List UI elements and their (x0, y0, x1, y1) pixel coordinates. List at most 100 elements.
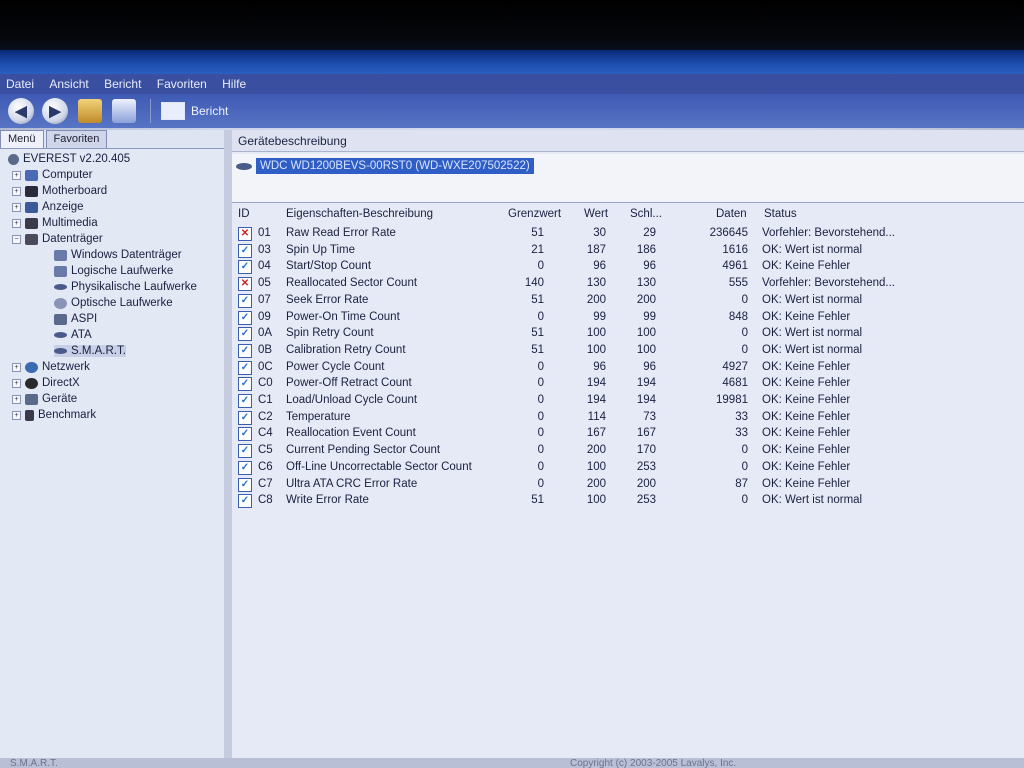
disk-icon (54, 332, 67, 338)
tree-item-logische-laufwerke[interactable]: Logische Laufwerke (54, 265, 173, 277)
col-worst[interactable]: Schl... (630, 208, 662, 220)
panel-splitter[interactable] (224, 130, 232, 758)
folder-up-icon[interactable] (78, 99, 102, 123)
table-row[interactable]: ✓ C1 Load/Unload Cycle Count 0 194 194 19981 OK… (232, 393, 1024, 409)
check-icon[interactable]: ✓ (238, 243, 252, 258)
tab-favoriten[interactable]: Favoriten (45, 130, 108, 148)
check-icon[interactable]: ✓ (238, 394, 252, 408)
tab-menu[interactable]: Menü (0, 130, 44, 148)
expand-icon[interactable]: + (12, 362, 21, 372)
table-row[interactable]: ✓ C5 Current Pending Sector Count 0 200 170 0 O… (232, 443, 1024, 459)
table-row[interactable]: ✕ 01 Raw Read Error Rate 51 30 29 236645 Vorfeh… (232, 226, 1024, 242)
check-icon[interactable]: ✓ (238, 444, 252, 459)
drive-icon (54, 249, 67, 261)
device-item[interactable]: WDC WD1200BEVS-00RST0 (WD-WXE207502522) (236, 158, 534, 174)
cell-threshold: 140 (524, 277, 544, 290)
menu-hilfe[interactable]: Hilfe (216, 74, 252, 91)
table-row[interactable]: ✓ C2 Temperature 0 114 73 33 OK: Keine Fehler (232, 410, 1024, 426)
col-id[interactable]: ID (238, 208, 250, 220)
cell-data: 4961 (722, 260, 748, 273)
tree-item-anzeige[interactable]: + Anzeige (12, 201, 84, 213)
check-icon[interactable]: ✓ (238, 310, 252, 325)
check-icon[interactable]: ✓ (238, 427, 252, 442)
cell-threshold: 0 (537, 310, 544, 323)
cell-description: Calibration Retry Count (286, 343, 406, 356)
table-row[interactable]: ✓ 0A Spin Retry Count 51 100 100 0 OK: Wert ist… (232, 326, 1024, 342)
cell-description: Load/Unload Cycle Count (286, 394, 418, 406)
table-row[interactable]: ✓ 04 Start/Stop Count 0 96 96 4961 OK: Keine Fe… (232, 259, 1024, 275)
col-data[interactable]: Daten (716, 208, 747, 220)
expand-icon[interactable]: + (12, 202, 21, 212)
table-row[interactable]: ✕ 05 Reallocated Sector Count 140 130 130 555 V… (232, 276, 1024, 292)
expand-icon[interactable]: + (12, 394, 21, 404)
check-icon[interactable]: ✓ (238, 477, 252, 492)
menu-bericht[interactable]: Bericht (98, 74, 147, 91)
error-icon[interactable]: ✕ (238, 227, 252, 241)
tree-item-smart[interactable]: S.M.A.R.T. (54, 345, 126, 357)
tree-item-multimedia[interactable]: + Multimedia (12, 217, 98, 229)
tree-item-geraete[interactable]: + Geräte (12, 393, 77, 405)
report-button[interactable]: Bericht (161, 102, 228, 120)
table-row[interactable]: ✓ 0B Calibration Retry Count 51 100 100 0 OK: W… (232, 343, 1024, 359)
table-row[interactable]: ✓ 0C Power Cycle Count 0 96 96 4927 OK: Keine F… (232, 360, 1024, 376)
col-status[interactable]: Status (764, 208, 797, 220)
tree-item-directx[interactable]: + DirectX (12, 377, 80, 389)
check-icon[interactable]: ✓ (238, 327, 252, 342)
check-icon[interactable]: ✓ (238, 460, 252, 475)
expand-icon[interactable]: + (12, 218, 21, 228)
check-icon[interactable]: ✓ (238, 377, 252, 392)
tree-item-computer[interactable]: + Computer (12, 169, 93, 181)
expand-icon[interactable]: + (12, 186, 21, 196)
menu-ansicht[interactable]: Ansicht (43, 74, 94, 91)
cell-worst: 170 (636, 444, 656, 457)
cell-worst: 200 (636, 293, 656, 306)
tree-item-netzwerk[interactable]: + Netzwerk (12, 361, 90, 373)
tree-label: Optische Laufwerke (71, 297, 173, 309)
hourglass-icon (25, 409, 34, 421)
tree-label: Windows Datenträger (71, 249, 182, 261)
tree-item-motherboard[interactable]: + Motherboard (12, 185, 107, 197)
check-icon[interactable]: ✓ (238, 260, 252, 275)
check-icon[interactable]: ✓ (238, 343, 252, 358)
tree-item-physikalische-laufwerke[interactable]: Physikalische Laufwerke (54, 281, 197, 293)
tree-item-optische-laufwerke[interactable]: Optische Laufwerke (54, 297, 173, 309)
check-icon[interactable]: ✓ (238, 293, 252, 308)
menu-datei[interactable]: Datei (0, 74, 40, 91)
cell-status: OK: Keine Fehler (762, 410, 851, 423)
menu-favoriten[interactable]: Favoriten (151, 74, 213, 91)
table-row[interactable]: ✓ C7 Ultra ATA CRC Error Rate 0 200 200 87 OK: … (232, 477, 1024, 493)
refresh-icon[interactable] (112, 99, 136, 123)
tree-item-datentraeger[interactable]: − Datenträger (12, 233, 103, 245)
check-icon[interactable]: ✓ (238, 494, 252, 509)
tree-item-everest[interactable]: EVEREST v2.20.405 (8, 153, 130, 165)
check-icon[interactable]: ✓ (238, 410, 252, 425)
table-row[interactable]: ✓ C6 Off-Line Uncorrectable Sector Count 0 1… (232, 460, 1024, 476)
error-icon[interactable]: ✕ (238, 277, 252, 292)
col-description[interactable]: Eigenschaften-Beschreibung (286, 208, 433, 220)
cell-data: 0 (741, 343, 748, 356)
col-value[interactable]: Wert (584, 208, 608, 220)
expand-icon[interactable]: + (12, 170, 21, 180)
table-row[interactable]: ✓ 07 Seek Error Rate 51 200 200 0 OK: Wert ist … (232, 293, 1024, 309)
col-threshold[interactable]: Grenzwert (508, 208, 561, 220)
check-icon[interactable]: ✓ (238, 360, 252, 375)
expand-icon[interactable]: + (12, 410, 21, 420)
collapse-icon[interactable]: − (12, 234, 21, 244)
tree-item-aspi[interactable]: ASPI (54, 313, 97, 325)
back-icon[interactable]: ◀ (8, 98, 34, 124)
cell-threshold: 0 (537, 427, 544, 440)
tree-item-windows-datentraeger[interactable]: Windows Datenträger (54, 249, 182, 261)
table-row[interactable]: ✓ C8 Write Error Rate 51 100 253 0 OK: Wert ist… (232, 493, 1024, 509)
expand-icon[interactable]: + (12, 378, 21, 388)
cell-status: OK: Wert ist normal (762, 293, 863, 306)
tree-item-ata[interactable]: ATA (54, 329, 92, 341)
forward-icon[interactable]: ▶ (42, 98, 68, 124)
table-row[interactable]: ✓ C0 Power-Off Retract Count 0 194 194 4681 OK:… (232, 376, 1024, 392)
cell-status: OK: Keine Fehler (762, 444, 851, 457)
table-row[interactable]: ✓ C4 Reallocation Event Count 0 167 167 33 OK: … (232, 426, 1024, 442)
cell-threshold: 0 (537, 477, 544, 490)
display-icon (25, 201, 38, 213)
table-row[interactable]: ✓ 09 Power-On Time Count 0 99 99 848 OK: Keine … (232, 310, 1024, 326)
table-row[interactable]: ✓ 03 Spin Up Time 21 187 186 1616 OK: Wert ist … (232, 243, 1024, 259)
tree-item-benchmark[interactable]: + Benchmark (12, 409, 96, 421)
